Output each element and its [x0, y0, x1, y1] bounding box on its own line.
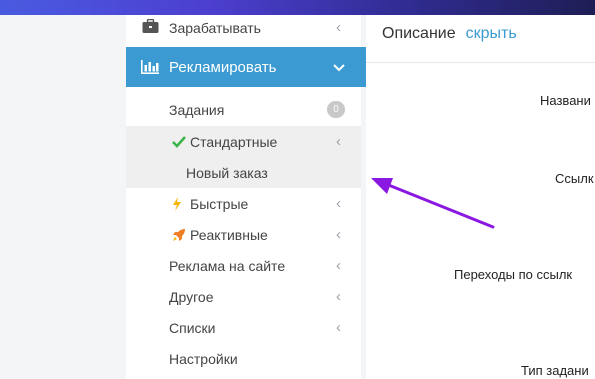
sidebar-item-site-ads-label: Реклама на сайте [169, 257, 286, 274]
sidebar-item-new-order-label: Новый заказ [186, 164, 268, 181]
chevron-down-icon [333, 60, 345, 75]
sidebar-item-fast-label: Быстрые [190, 195, 249, 212]
sidebar-item-earn-label: Зарабатывать [169, 20, 261, 36]
hide-link[interactable]: скрыть [466, 25, 517, 42]
sidebar-item-reactive-label: Реактивные [190, 226, 268, 243]
bar-chart-icon [141, 60, 159, 77]
sidebar-item-advertise[interactable]: Рекламировать [126, 47, 366, 87]
description-title: Описание [382, 25, 456, 42]
briefcase-icon [142, 18, 159, 37]
sidebar-item-other-label: Другое [169, 288, 214, 305]
sidebar-item-tasks-label: Задания [169, 101, 225, 118]
top-header-bar [0, 0, 595, 15]
sidebar-item-new-order[interactable]: Новый заказ [126, 157, 361, 188]
field-name-label: Названи [540, 93, 591, 108]
sidebar-item-lists-label: Списки [169, 319, 216, 336]
sidebar-item-standard[interactable]: Стандартные ‹ [126, 126, 361, 157]
sidebar-item-standard-label: Стандартные [190, 133, 278, 150]
sidebar-item-advertise-label: Рекламировать [169, 59, 277, 76]
check-icon [172, 135, 186, 151]
sidebar-item-site-ads[interactable]: Реклама на сайте ‹ [126, 250, 361, 281]
field-link-label: Ссылк [555, 171, 594, 186]
main-panel: Описание скрыть Названи Ссылк Переходы по… [366, 15, 595, 379]
field-clicks-label: Переходы по ссылк [454, 267, 573, 282]
rocket-icon [172, 228, 186, 245]
chevron-left-icon: ‹ [336, 257, 341, 274]
sidebar-item-earn[interactable]: Зарабатывать ‹ [126, 15, 361, 41]
chevron-left-icon: ‹ [336, 226, 341, 243]
sidebar-item-tasks[interactable]: Задания 0 [126, 94, 361, 125]
field-task-type-label: Тип задани [521, 363, 589, 378]
chevron-left-icon: ‹ [336, 288, 341, 305]
sidebar-item-lists[interactable]: Списки ‹ [126, 312, 361, 343]
sidebar-item-other[interactable]: Другое ‹ [126, 281, 361, 312]
chevron-left-icon: ‹ [336, 195, 341, 212]
sidebar-item-settings[interactable]: Настройки [126, 343, 361, 374]
left-gutter [0, 15, 126, 379]
chevron-left-icon: ‹ [336, 19, 341, 36]
tasks-count-badge: 0 [327, 101, 345, 118]
sidebar-item-settings-label: Настройки [169, 350, 238, 367]
sidebar-item-fast[interactable]: Быстрые ‹ [126, 188, 361, 219]
header-divider [366, 62, 595, 63]
description-header: Описание скрыть [382, 25, 517, 43]
lightning-icon [172, 197, 182, 214]
sidebar-item-reactive[interactable]: Реактивные ‹ [126, 219, 361, 250]
chevron-left-icon: ‹ [336, 319, 341, 336]
chevron-left-icon: ‹ [336, 133, 341, 150]
sidebar: Зарабатывать ‹ Рекламировать Задания 0 С… [126, 15, 366, 379]
